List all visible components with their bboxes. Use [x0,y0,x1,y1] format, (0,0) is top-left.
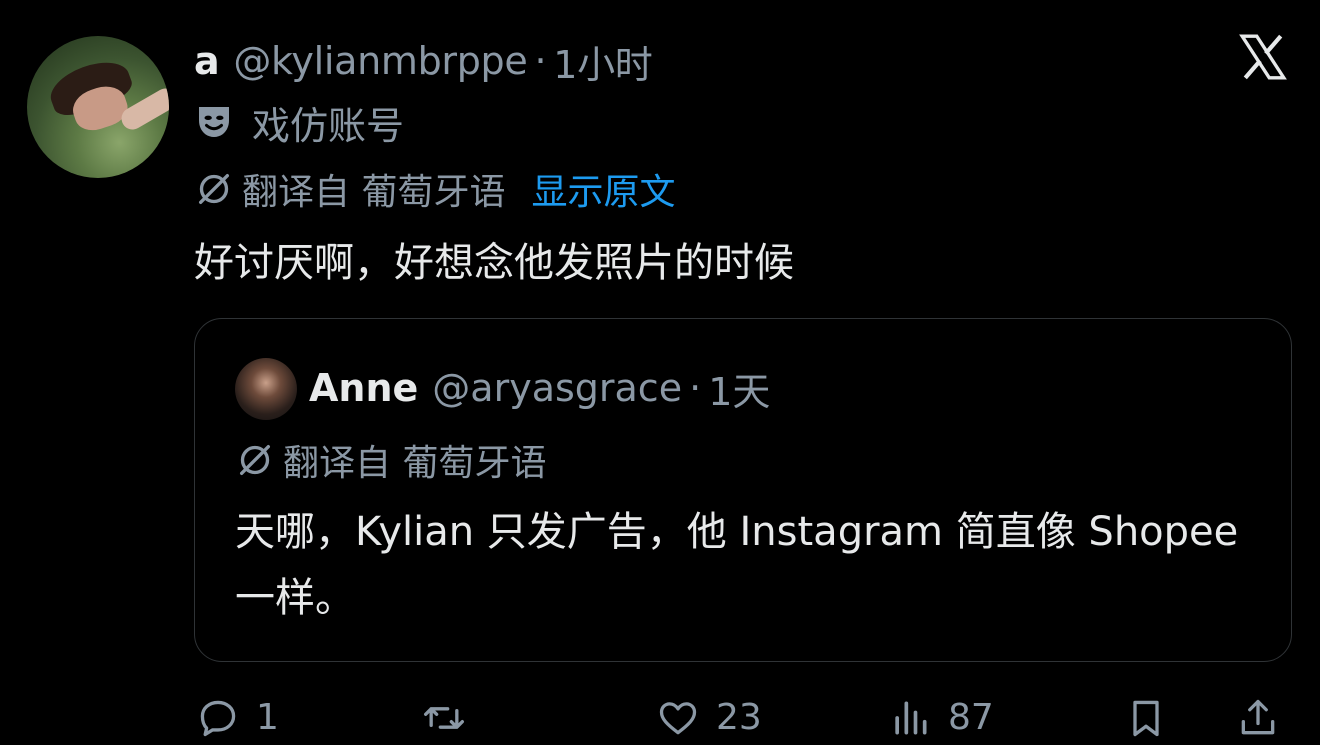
translate-slash-icon [199,174,229,204]
separator-dot: · [534,39,547,83]
theater-mask-icon [199,107,229,137]
quoted-tweet[interactable]: Anne @aryasgrace · 1天 翻译自 葡萄牙语 天哪，Kylian… [194,318,1292,662]
quoted-user-avatar[interactable] [235,358,297,420]
tweet-time[interactable]: 1小时 [553,34,653,89]
quoted-tweet-time: 1天 [708,369,771,414]
reply-icon [200,700,236,736]
bookmark-button[interactable] [1124,690,1184,745]
tweet-text: 好讨厌啊，好想念他发照片的时候 [194,240,794,286]
x-logo-icon [1239,34,1287,80]
quoted-tweet-header: Anne @aryasgrace · 1天 [309,361,770,415]
parody-label: 戏仿账号 [194,99,404,148]
retweet-button[interactable] [422,690,482,745]
tweet-header: a @kylianmbrppe · 1小时 [194,34,653,88]
bookmark-icon [1133,700,1159,736]
views-button[interactable]: 87 [888,690,994,745]
show-original-link[interactable]: 显示原文 [531,163,675,215]
reply-button[interactable]: 1 [196,690,279,745]
display-name[interactable]: a [194,39,220,83]
translation-notice: 翻译自 葡萄牙语 显示原文 [194,163,675,215]
quoted-translated-from-label: 翻译自 葡萄牙语 [283,443,547,484]
parody-text: 戏仿账号 [252,103,405,148]
quoted-separator-dot: · [689,366,702,410]
quoted-translation-notice: 翻译自 葡萄牙语 [235,437,547,484]
tweet-actions-bar: 1 23 87 [194,690,1320,745]
quoted-display-name: Anne [309,366,419,410]
retweet-icon [424,706,464,729]
like-count: 23 [716,697,762,738]
quoted-user-handle: @aryasgrace [432,366,683,410]
heart-icon [659,701,697,734]
reply-count: 1 [256,697,279,738]
share-icon [1241,699,1275,734]
translate-slash-icon [240,445,270,475]
translated-from-label: 翻译自 葡萄牙语 [242,172,506,213]
views-chart-icon [895,701,927,734]
user-avatar[interactable] [27,36,169,178]
share-button[interactable] [1236,690,1296,745]
like-button[interactable]: 23 [656,690,762,745]
quoted-tweet-text: 天哪，Kylian 只发广告，他 Instagram 简直像 Shopee 一样… [235,509,1239,621]
user-handle[interactable]: @kylianmbrppe [233,39,527,83]
view-count: 87 [948,697,994,738]
